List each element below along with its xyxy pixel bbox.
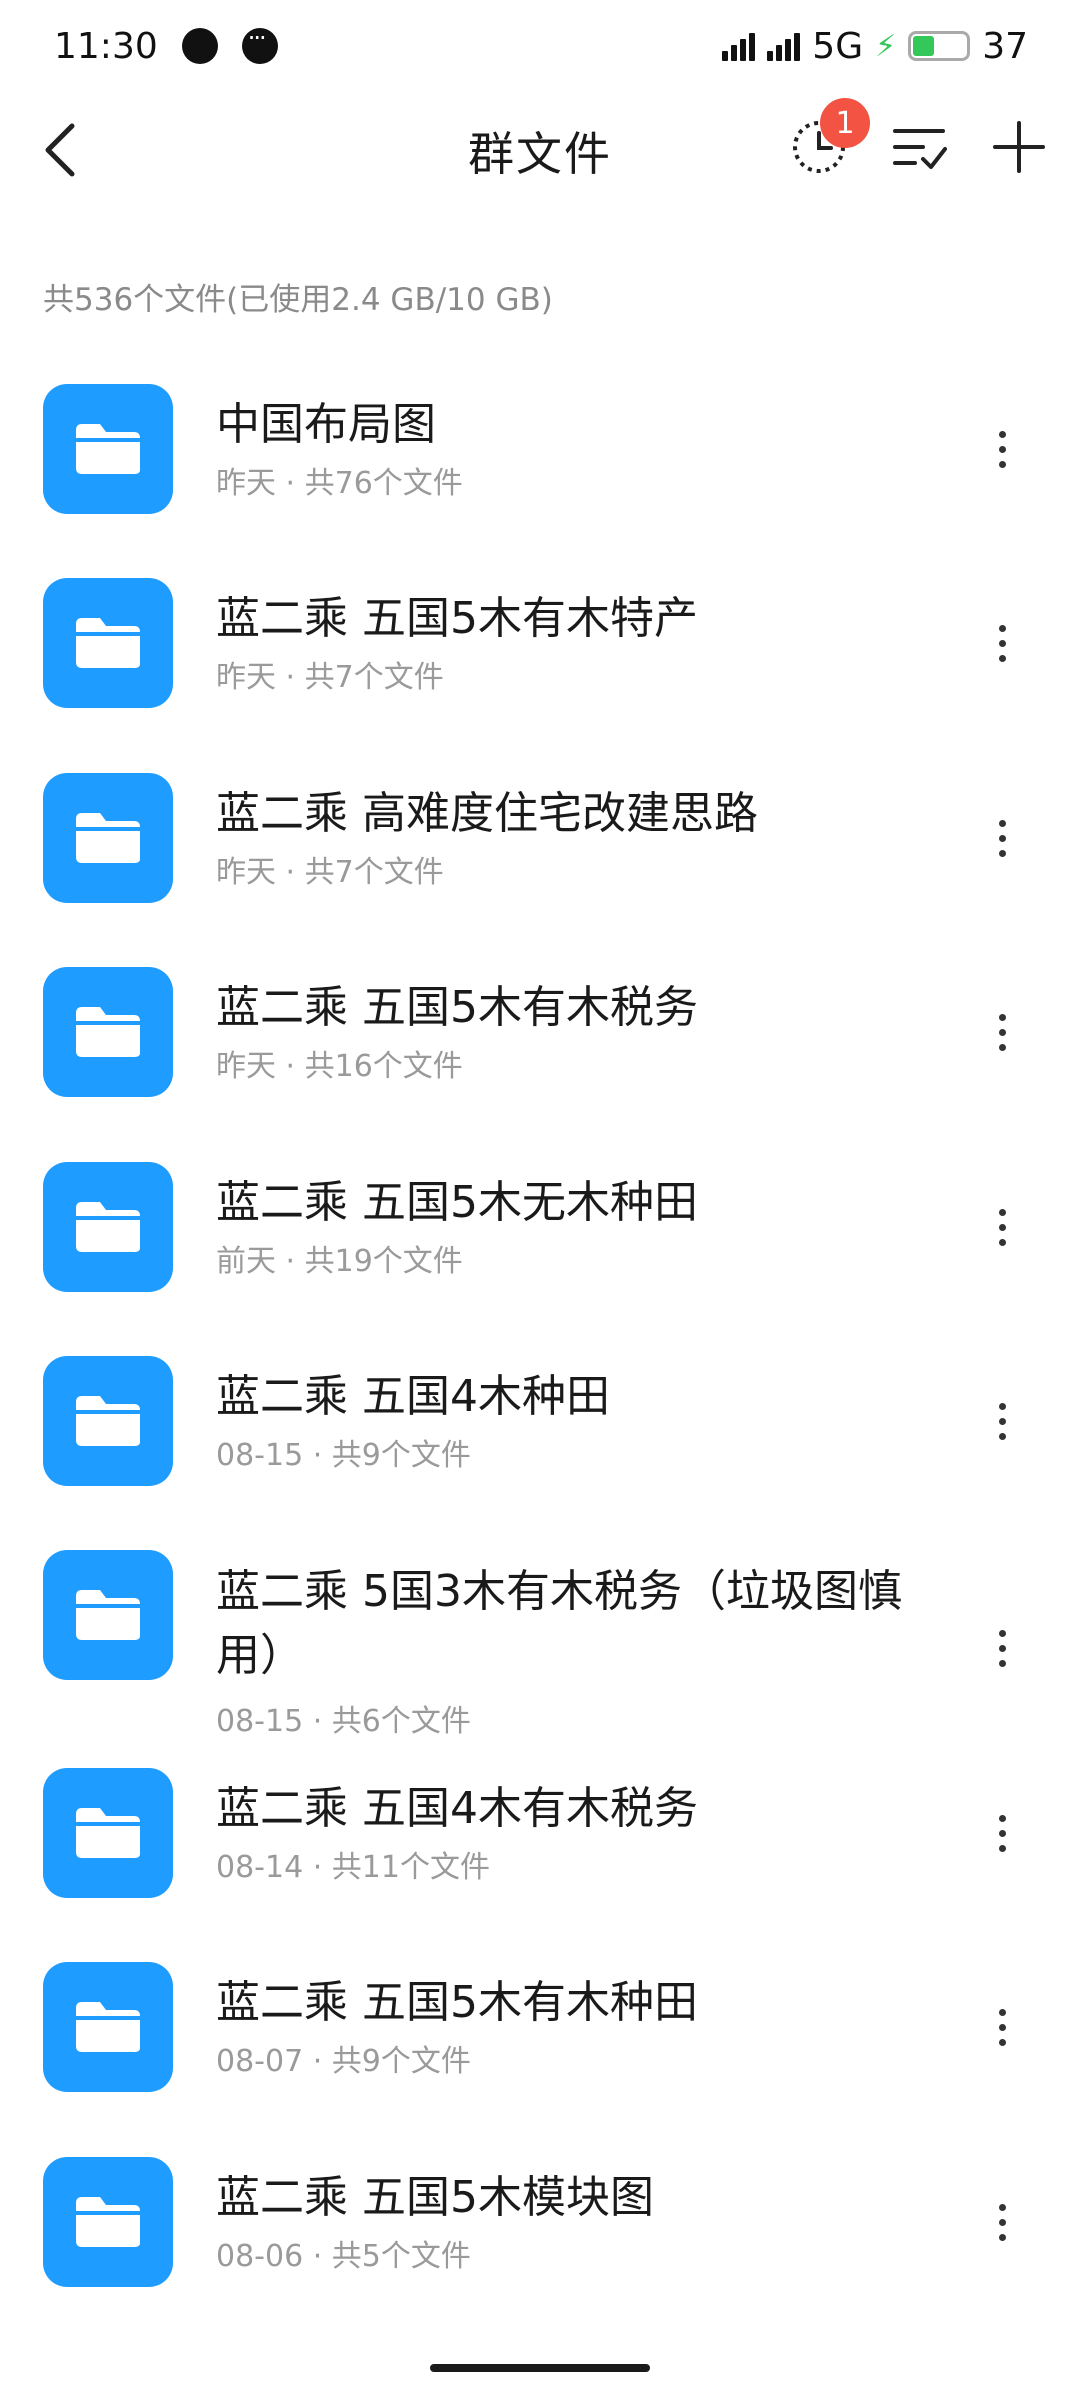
file-meta: 08-07 · 共9个文件 — [216, 2044, 471, 2079]
more-options-button[interactable] — [976, 1187, 1028, 1267]
folder-icon — [43, 773, 173, 903]
folder-icon — [43, 578, 173, 708]
file-meta: 08-15 · 共9个文件 — [216, 1438, 471, 1473]
folder-icon — [43, 1962, 173, 2092]
file-name: 蓝二乘 五国4木有木税务 — [216, 1783, 698, 1834]
sort-list-icon — [893, 129, 947, 169]
home-indicator[interactable] — [430, 2364, 650, 2372]
storage-summary: 共536个文件(已使用2.4 GB/10 GB) — [43, 282, 553, 318]
more-options-button[interactable] — [976, 603, 1028, 683]
folder-icon — [43, 2157, 173, 2287]
file-name: 蓝二乘 5国3木有木税务（垃圾图慎用） — [216, 1566, 902, 1681]
more-options-button[interactable] — [976, 409, 1028, 489]
history-button[interactable]: 1 — [786, 98, 870, 180]
more-options-button[interactable] — [976, 798, 1028, 878]
file-name: 蓝二乘 五国5木模块图 — [216, 2172, 654, 2223]
file-meta: 08-14 · 共11个文件 — [216, 1850, 490, 1885]
battery-icon — [908, 31, 971, 61]
battery-label: 37 — [982, 25, 1028, 67]
more-options-button[interactable] — [976, 1381, 1028, 1461]
folder-icon — [43, 384, 173, 514]
status-bar: 11:30 5G ⚡ 37 — [0, 0, 1080, 92]
charging-icon: ⚡ — [875, 28, 897, 64]
folder-icon — [43, 1768, 173, 1898]
file-meta: 前天 · 共19个文件 — [216, 1244, 463, 1279]
status-time: 11:30 — [54, 25, 158, 67]
header-actions: 1 — [786, 98, 1052, 180]
more-options-button[interactable] — [976, 2182, 1028, 2262]
file-meta: 昨天 · 共16个文件 — [216, 1049, 463, 1084]
file-meta: 08-15 · 共6个文件 — [216, 1704, 471, 1739]
file-name: 中国布局图 — [216, 399, 436, 450]
back-chevron-icon — [45, 123, 75, 177]
header: 群文件 1 — [0, 92, 1080, 210]
folder-icon — [43, 1162, 173, 1292]
add-button[interactable] — [986, 114, 1052, 180]
file-meta: 08-06 · 共5个文件 — [216, 2239, 471, 2274]
file-name: 蓝二乘 五国5木有木税务 — [216, 982, 698, 1033]
file-name: 蓝二乘 五国5木无木种田 — [216, 1177, 698, 1228]
more-options-button[interactable] — [976, 1793, 1028, 1873]
folder-icon — [43, 1550, 173, 1680]
file-name: 蓝二乘 五国5木有木种田 — [216, 1977, 698, 2028]
signal-icon — [722, 31, 756, 61]
back-button[interactable] — [30, 120, 90, 180]
more-options-button[interactable] — [976, 1987, 1028, 2067]
plus-icon — [993, 121, 1045, 173]
signal-icon-2 — [767, 31, 801, 61]
status-left: 11:30 — [54, 24, 278, 67]
file-name: 蓝二乘 高难度住宅改建思路 — [216, 788, 758, 839]
sort-button[interactable] — [886, 114, 952, 180]
network-label: 5G — [812, 25, 864, 67]
file-name: 蓝二乘 五国5木有木特产 — [216, 593, 698, 644]
notification-icon — [181, 28, 218, 64]
more-options-button[interactable] — [976, 992, 1028, 1072]
message-icon — [241, 24, 278, 64]
file-meta: 昨天 · 共7个文件 — [216, 660, 444, 695]
file-meta: 昨天 · 共76个文件 — [216, 466, 463, 501]
status-right: 5G ⚡ 37 — [722, 26, 1028, 67]
folder-icon — [43, 1356, 173, 1486]
more-options-button[interactable] — [976, 1608, 1028, 1688]
file-name: 蓝二乘 五国4木种田 — [216, 1371, 610, 1422]
page-title: 群文件 — [468, 127, 612, 181]
folder-icon — [43, 967, 173, 1097]
file-meta: 昨天 · 共7个文件 — [216, 855, 444, 890]
notification-badge: 1 — [820, 98, 870, 148]
